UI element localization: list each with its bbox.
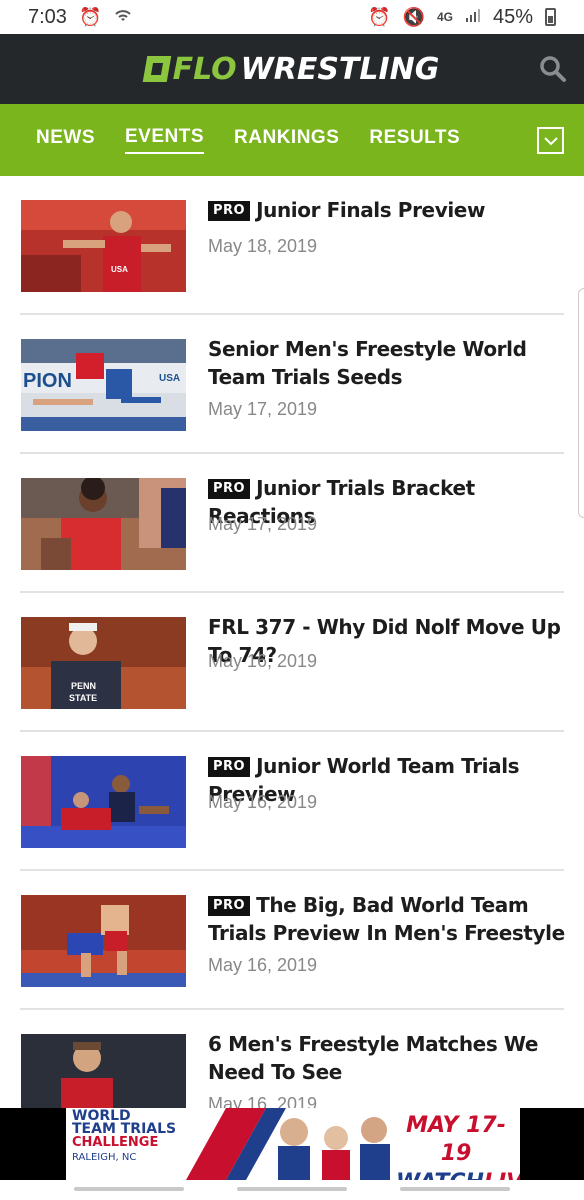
article-thumbnail xyxy=(21,478,186,570)
pro-badge: PRO xyxy=(208,201,251,221)
pro-badge: PRO xyxy=(208,479,251,499)
nav-home-handle[interactable] xyxy=(237,1187,347,1191)
article-item[interactable]: PRO The Big, Bad World Team Trials Previe… xyxy=(0,871,584,1010)
svg-text:USA: USA xyxy=(111,265,128,274)
article-title[interactable]: PRO Junior Finals Preview xyxy=(208,196,568,224)
ad-wrestlers-image xyxy=(186,1108,390,1180)
flowrestling-logo[interactable]: FLO WRESTLING xyxy=(142,51,440,87)
ad-line-challenge: CHALLENGE xyxy=(72,1135,159,1150)
status-bar: 7:03 ⏰ ⏰ 🔇 4G 45% xyxy=(0,0,584,34)
alarm-icon: ⏰ xyxy=(78,6,102,27)
battery-percent: 45% xyxy=(492,5,533,28)
article-date: May 16, 2019 xyxy=(208,792,318,812)
article-thumbnail: USA xyxy=(21,200,186,292)
article-thumbnail xyxy=(21,895,186,987)
article-title-text: The Big, Bad World Team Trials Preview I… xyxy=(208,893,565,945)
article-date: May 17, 2019 xyxy=(208,514,318,534)
alarm-set-icon: ⏰ xyxy=(368,6,391,27)
article-title[interactable]: Senior Men's Freestyle World Team Trials… xyxy=(208,335,568,391)
logo-wrestling-text: WRESTLING xyxy=(240,51,440,87)
article-thumbnail xyxy=(21,756,186,848)
mute-icon: 🔇 xyxy=(402,6,425,27)
ad-banner[interactable]: WORLD TEAM TRIALS CHALLENGE RALEIGH, NC … xyxy=(0,1108,584,1180)
article-item[interactable]: PENN STATE FRL 377 - Why Did Nolf Move Up… xyxy=(0,593,584,732)
wifi-icon xyxy=(113,7,133,28)
chevron-down-icon xyxy=(543,136,558,145)
article-title[interactable]: 6 Men's Freestyle Matches We Need To See xyxy=(208,1030,568,1086)
nav-more-button[interactable] xyxy=(537,127,564,154)
ad-watch-text: WATCH xyxy=(396,1170,484,1180)
article-date: May 18, 2019 xyxy=(208,236,318,256)
ad-cta: MAY 17-19 WATCHLIVE xyxy=(396,1112,520,1180)
ad-creative[interactable]: WORLD TEAM TRIALS CHALLENGE RALEIGH, NC … xyxy=(66,1108,520,1180)
svg-text:PION: PION xyxy=(23,370,72,392)
nav-back-handle[interactable] xyxy=(74,1187,184,1191)
article-item[interactable]: PION USA Senior Men's Freestyle World Tea… xyxy=(0,315,584,454)
article-title-text: 6 Men's Freestyle Matches We Need To See xyxy=(208,1032,539,1084)
ad-dates: MAY 17-19 xyxy=(406,1113,506,1166)
article-thumbnail: PENN STATE xyxy=(21,617,186,709)
svg-text:USA: USA xyxy=(159,373,180,384)
signal-icon xyxy=(465,7,481,28)
article-date: May 17, 2019 xyxy=(208,399,318,419)
article-title-text: Senior Men's Freestyle World Team Trials… xyxy=(208,337,527,389)
ad-watch-live: WATCHLIVE xyxy=(396,1168,520,1180)
search-button[interactable] xyxy=(538,54,568,84)
article-item[interactable]: PRO Junior Trials Bracket Reactions May 1… xyxy=(0,454,584,593)
logo-flo-text: FLO xyxy=(172,51,237,87)
ad-event-text: WORLD TEAM TRIALS CHALLENGE RALEIGH, NC xyxy=(72,1109,180,1164)
nav-results[interactable]: RESULTS xyxy=(369,127,460,153)
article-title[interactable]: PRO The Big, Bad World Team Trials Previe… xyxy=(208,891,568,947)
nav-news[interactable]: NEWS xyxy=(36,127,95,153)
article-thumbnail: PION USA xyxy=(21,339,186,431)
pro-badge: PRO xyxy=(208,757,251,777)
article-title-text: Junior Finals Preview xyxy=(256,198,486,222)
ad-location: RALEIGH, NC xyxy=(72,1152,137,1163)
system-nav-bar xyxy=(0,1180,584,1200)
nav-rankings[interactable]: RANKINGS xyxy=(234,127,339,153)
network-icon: 4G xyxy=(436,10,453,24)
app-header: FLO WRESTLING xyxy=(0,34,584,104)
nav-recents-handle[interactable] xyxy=(400,1187,510,1191)
search-icon xyxy=(540,56,566,82)
pro-badge: PRO xyxy=(208,896,251,916)
battery-icon xyxy=(545,8,556,26)
ad-live-text: LIVE xyxy=(484,1170,520,1180)
article-date: May 16, 2019 xyxy=(208,955,318,975)
article-item[interactable]: USA PRO Junior Finals Preview May 18, 201… xyxy=(0,176,584,315)
logo-mark-icon xyxy=(142,56,171,82)
article-date: May 16, 2019 xyxy=(208,651,318,671)
nav-events[interactable]: EVENTS xyxy=(125,126,205,154)
status-time: 7:03 xyxy=(28,5,67,28)
svg-text:PENN: PENN xyxy=(71,681,96,691)
main-nav: NEWS EVENTS RANKINGS RESULTS xyxy=(0,104,584,176)
article-item[interactable]: PRO Junior World Team Trials Preview May … xyxy=(0,732,584,871)
svg-text:STATE: STATE xyxy=(69,693,97,703)
